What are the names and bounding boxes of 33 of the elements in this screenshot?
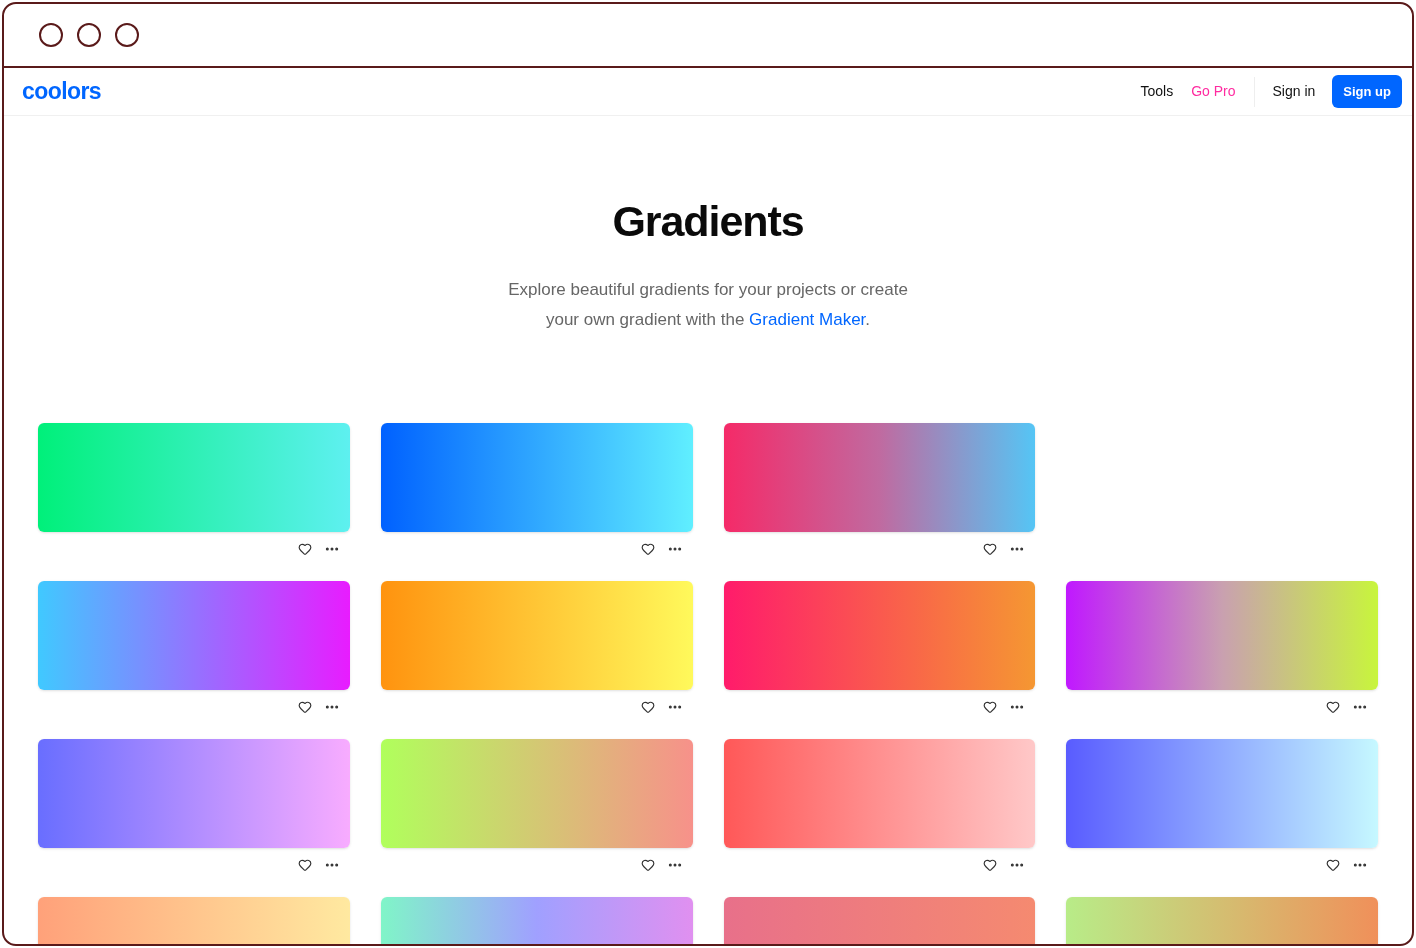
gradient-maker-link[interactable]: Gradient Maker (749, 310, 866, 329)
sign-in-link[interactable]: Sign in (1272, 81, 1316, 102)
gradient-swatch[interactable] (723, 581, 1036, 690)
window-control-icon[interactable] (77, 23, 101, 47)
gradient-swatch[interactable] (380, 423, 693, 532)
heart-icon[interactable] (297, 542, 312, 556)
gradient-swatch[interactable] (38, 423, 350, 532)
window-control-icon[interactable] (39, 23, 63, 47)
heart-icon[interactable] (1326, 700, 1340, 714)
heart-icon[interactable] (640, 858, 655, 872)
logo[interactable]: coolors (22, 74, 102, 109)
heart-icon[interactable] (297, 700, 312, 714)
page-title: Gradients (612, 200, 804, 243)
window-control-icon[interactable] (115, 23, 139, 47)
nav-link[interactable]: Go Pro (1191, 81, 1236, 102)
gradient-swatch[interactable] (38, 739, 350, 848)
nav-link[interactable]: Tools (1140, 81, 1174, 102)
gradient-swatch[interactable] (723, 423, 1036, 532)
gradient-swatch[interactable] (1066, 581, 1378, 690)
gradient-swatch[interactable] (723, 739, 1036, 848)
heart-icon[interactable] (297, 858, 312, 872)
gradient-swatch[interactable] (1066, 739, 1378, 848)
heart-icon[interactable] (983, 542, 998, 556)
gradient-swatch[interactable] (380, 581, 693, 690)
gradient-swatch[interactable] (380, 739, 693, 848)
sign-up-button[interactable]: Sign up (1332, 74, 1402, 109)
heart-icon[interactable] (983, 700, 998, 714)
page-description: Explore beautiful gradients for your projects or create your own gradient with the Gradient Maker. (507, 279, 909, 331)
heart-icon[interactable] (1326, 858, 1340, 872)
heart-icon[interactable] (640, 542, 655, 556)
gradient-swatch[interactable] (38, 581, 350, 690)
heart-icon[interactable] (983, 858, 998, 872)
heart-icon[interactable] (640, 700, 655, 714)
